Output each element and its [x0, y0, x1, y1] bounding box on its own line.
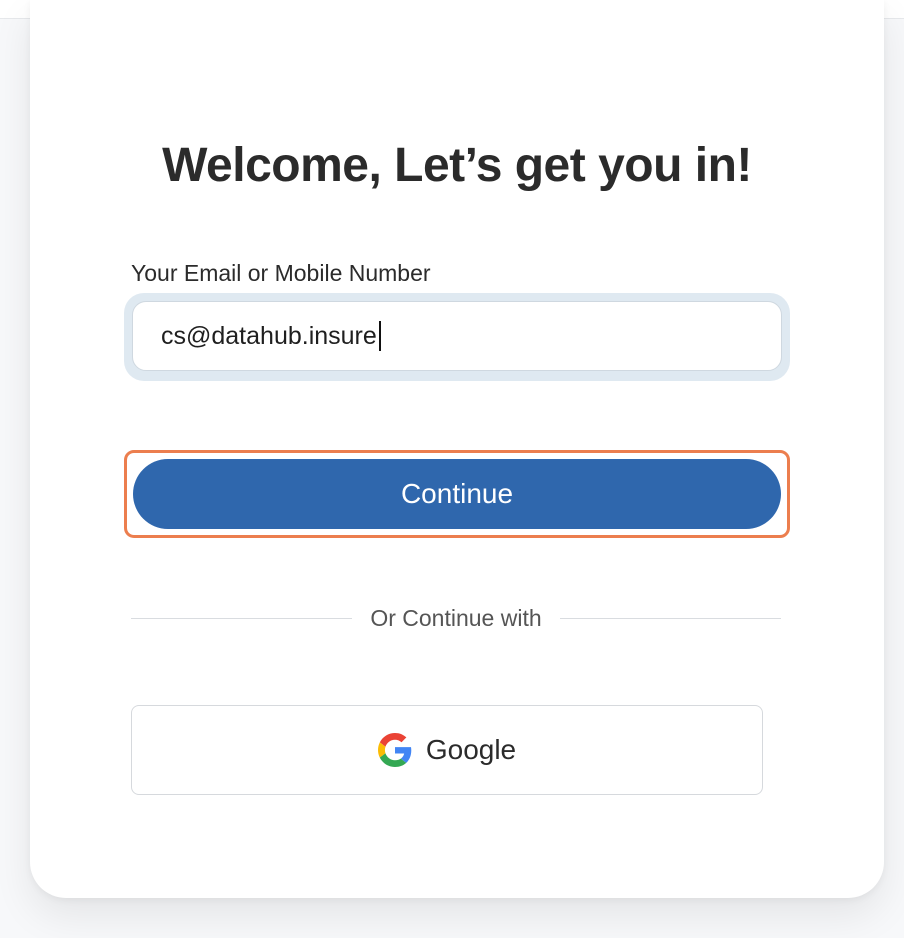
- continue-button-focus-outline: Continue: [124, 450, 790, 538]
- text-caret: [378, 321, 381, 351]
- divider-line-right: [559, 617, 781, 619]
- continue-button[interactable]: Continue: [133, 459, 781, 529]
- divider-line-left: [131, 617, 353, 619]
- email-field-focus-ring: cs@datahub.insure: [124, 293, 790, 381]
- divider-text: Or Continue with: [370, 604, 542, 631]
- continue-button-label: Continue: [400, 478, 514, 509]
- google-icon: [377, 733, 412, 767]
- email-field[interactable]: cs@datahub.insure: [132, 301, 782, 371]
- google-button-label: Google: [425, 734, 517, 765]
- page-title: Welcome, Let’s get you in!: [162, 139, 752, 192]
- email-field-value: cs@datahub.insure: [161, 321, 377, 350]
- login-card: Welcome, Let’s get you in! Your Email or…: [30, 0, 884, 898]
- or-divider: Or Continue with: [131, 603, 781, 633]
- google-sign-in-button[interactable]: Google: [131, 705, 763, 795]
- email-field-label: Your Email or Mobile Number: [131, 260, 431, 286]
